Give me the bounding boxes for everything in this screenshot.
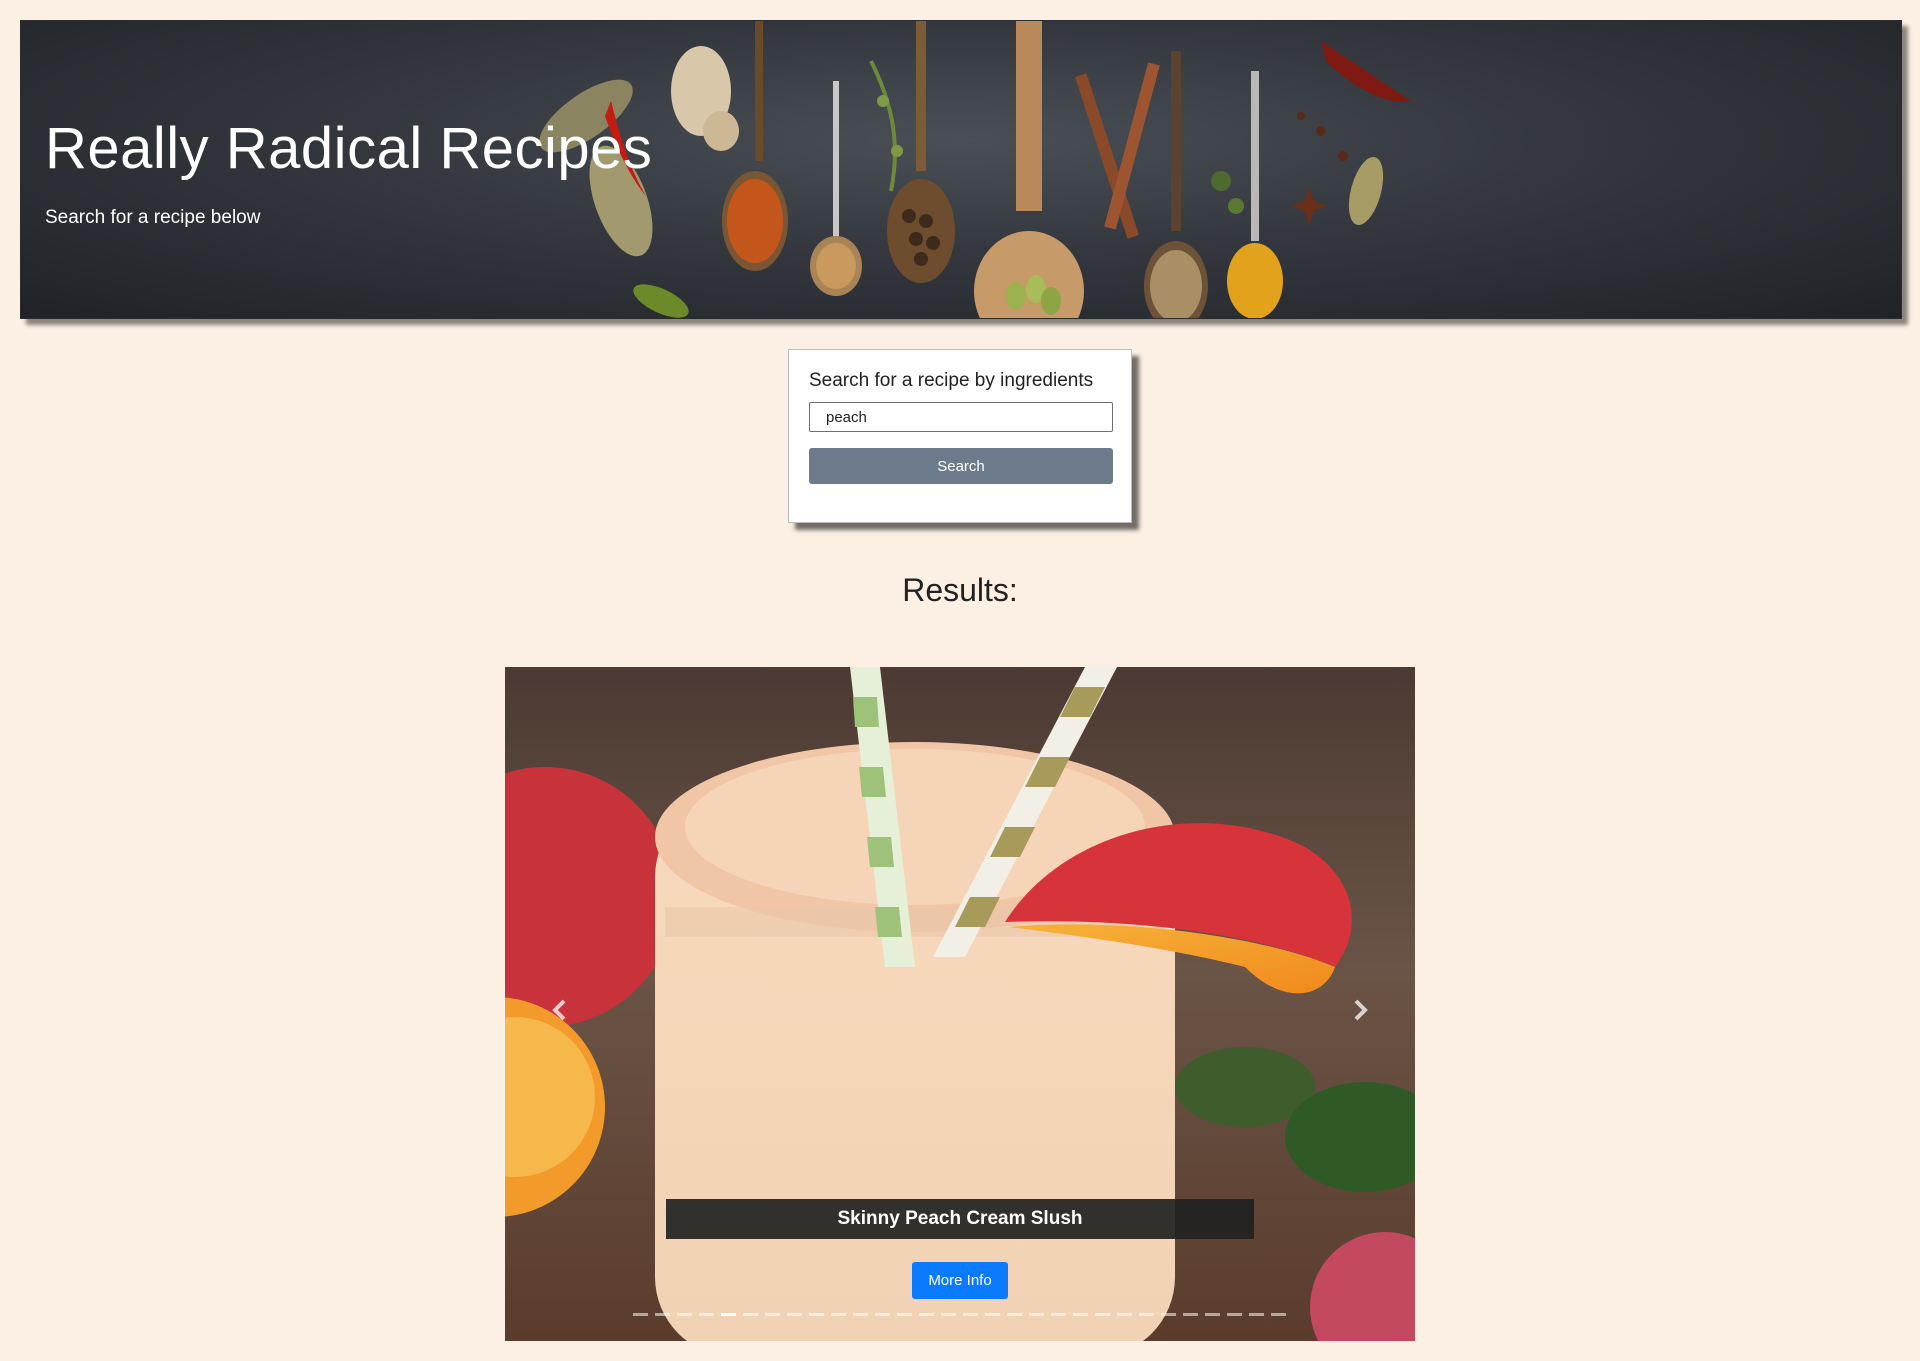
carousel-indicator[interactable] <box>1073 1313 1088 1316</box>
carousel-indicator[interactable] <box>633 1313 648 1316</box>
carousel-indicator[interactable] <box>1249 1313 1264 1316</box>
carousel-indicator[interactable] <box>1117 1313 1132 1316</box>
recipe-photo <box>505 667 1415 1341</box>
carousel-next-button[interactable] <box>1335 985 1385 1035</box>
chevron-left-icon <box>552 999 566 1021</box>
more-info-button[interactable]: More Info <box>912 1262 1008 1299</box>
carousel-indicator[interactable] <box>963 1313 978 1316</box>
carousel-indicator[interactable] <box>1029 1313 1044 1316</box>
carousel-prev-button[interactable] <box>535 985 585 1035</box>
results-carousel: Skinny Peach Cream Slush More Info <box>505 667 1415 1341</box>
recipe-title-caption: Skinny Peach Cream Slush <box>666 1199 1254 1239</box>
results-heading: Results: <box>902 572 1018 608</box>
carousel-indicator[interactable] <box>853 1313 868 1316</box>
search-button[interactable]: Search <box>809 448 1113 484</box>
carousel-indicator[interactable] <box>1051 1313 1066 1316</box>
carousel-indicator[interactable] <box>897 1313 912 1316</box>
carousel-indicator[interactable] <box>1161 1313 1176 1316</box>
carousel-indicator[interactable] <box>1271 1313 1286 1316</box>
carousel-indicator[interactable] <box>765 1313 780 1316</box>
carousel-indicator[interactable] <box>985 1313 1000 1316</box>
carousel-indicator[interactable] <box>1007 1313 1022 1316</box>
carousel-indicator[interactable] <box>1205 1313 1220 1316</box>
carousel-indicator[interactable] <box>677 1313 692 1316</box>
carousel-indicator[interactable] <box>1095 1313 1110 1316</box>
carousel-indicator[interactable] <box>743 1313 758 1316</box>
ingredient-search-input[interactable] <box>809 402 1113 432</box>
site-title: Really Radical Recipes <box>45 116 653 181</box>
carousel-indicators <box>633 1313 1286 1319</box>
search-label: Search for a recipe by ingredients <box>809 370 1094 391</box>
carousel-indicator[interactable] <box>1139 1313 1154 1316</box>
chevron-right-icon <box>1354 999 1368 1021</box>
carousel-indicator[interactable] <box>699 1313 714 1316</box>
carousel-indicator[interactable] <box>875 1313 890 1316</box>
carousel-indicator[interactable] <box>809 1313 824 1316</box>
carousel-indicator[interactable] <box>919 1313 934 1316</box>
site-subtitle: Search for a recipe below <box>45 207 261 228</box>
carousel-indicator[interactable] <box>1183 1313 1198 1316</box>
carousel-indicator[interactable] <box>721 1313 736 1316</box>
carousel-indicator[interactable] <box>787 1313 802 1316</box>
carousel-indicator[interactable] <box>941 1313 956 1316</box>
search-card: Search for a recipe by ingredients Searc… <box>788 349 1132 523</box>
carousel-indicator[interactable] <box>831 1313 846 1316</box>
carousel-indicator[interactable] <box>1227 1313 1242 1316</box>
hero-banner: Really Radical Recipes Search for a reci… <box>20 20 1902 319</box>
carousel-indicator[interactable] <box>655 1313 670 1316</box>
